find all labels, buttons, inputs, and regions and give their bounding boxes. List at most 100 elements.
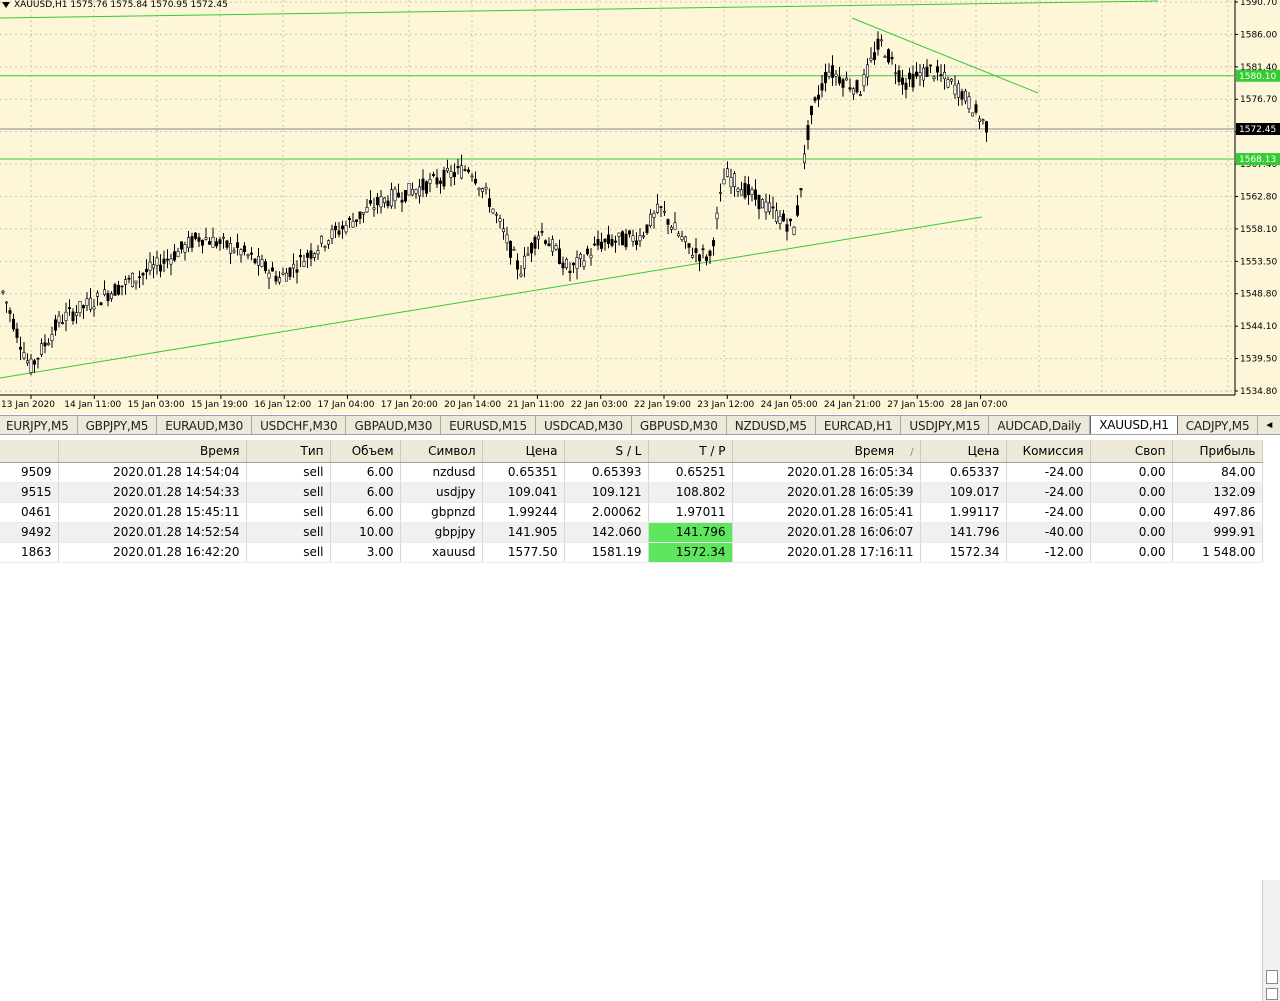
column-header[interactable]: Цена	[920, 440, 1007, 463]
candle-body	[372, 207, 376, 210]
tab-euraud-m30[interactable]: EURAUD,M30	[157, 416, 253, 434]
candle-body	[886, 49, 890, 63]
tab-xauusd-h1[interactable]: XAUUSD,H1	[1090, 416, 1178, 434]
table-cell: 2020.01.28 14:54:33	[58, 482, 247, 503]
candle-body	[50, 334, 54, 341]
tab-scroll-left-icon[interactable]: ◄	[1264, 420, 1274, 431]
table-row[interactable]: 1863 2020.01.28 16:42:20 sell 3.00 xauusd 157…	[0, 542, 1263, 563]
tab-eurusd-m15[interactable]: EURUSD,M15	[441, 416, 536, 434]
column-header[interactable]: Объем	[330, 440, 401, 463]
candle-body	[145, 268, 149, 273]
candle-body	[666, 219, 670, 225]
candle-body	[194, 232, 198, 239]
column-header[interactable]: Комиссия	[1006, 440, 1091, 463]
candle-body	[638, 235, 642, 242]
scroll-down-button[interactable]	[1266, 988, 1278, 1000]
tab-usdjpy-m15[interactable]: USDJPY,M15	[901, 416, 990, 434]
table-cell: 6.00	[330, 502, 401, 523]
table-row[interactable]: 9509 2020.01.28 14:54:04 sell 6.00 nzdusd 0.6…	[0, 462, 1263, 483]
price-chart[interactable]: 1590.701586.001581.401576.701572.451567.…	[0, 0, 1280, 414]
candle-body	[183, 244, 187, 253]
scroll-up-button[interactable]	[1266, 970, 1278, 984]
chart-canvas[interactable]: 1590.701586.001581.401576.701572.451567.…	[0, 0, 1280, 414]
table-cell: 1577.50	[482, 542, 565, 563]
candle-body	[571, 262, 575, 266]
column-header[interactable]: Своп	[1090, 440, 1173, 463]
candle-body	[173, 251, 177, 261]
tab-usdcad-m30[interactable]: USDCAD,M30	[536, 416, 632, 434]
column-header[interactable]: Время /	[732, 440, 921, 463]
time-tick-label: 24 Jan 05:00	[761, 400, 818, 410]
candle-body	[953, 84, 957, 95]
table-cell: 0.65337	[920, 462, 1007, 483]
candle-body	[708, 250, 712, 256]
candle-body	[610, 239, 614, 246]
candle-body	[274, 275, 278, 282]
column-header[interactable]: T / P	[648, 440, 733, 463]
candle-body	[694, 248, 698, 253]
candle-body	[617, 232, 621, 237]
candle-body	[739, 189, 743, 196]
candle-body	[634, 240, 638, 245]
candle-body	[575, 257, 579, 269]
table-row[interactable]: 0461 2020.01.28 15:45:11 sell 6.00 gbpnzd 1.9…	[0, 502, 1263, 523]
tab-gbpusd-m30[interactable]: GBPUSD,M30	[632, 416, 727, 434]
column-header[interactable]: S / L	[564, 440, 649, 463]
candle-body	[900, 77, 904, 85]
tab-audcad-daily[interactable]: AUDCAD,Daily	[989, 416, 1091, 434]
candle-body	[816, 94, 820, 100]
candle-body	[778, 215, 782, 224]
candle-body	[480, 188, 484, 192]
candle-body	[526, 253, 530, 256]
candle-body	[89, 297, 93, 310]
column-header[interactable]: Тип	[246, 440, 331, 463]
candle-body	[508, 240, 512, 258]
tab-eurjpy-m5[interactable]: EURJPY,M5	[0, 416, 78, 434]
candle-body	[298, 255, 302, 258]
candle-body	[162, 258, 166, 264]
column-header[interactable]: Время	[58, 440, 247, 463]
column-header[interactable]: Прибыль	[1172, 440, 1263, 463]
candle-body	[18, 346, 22, 350]
candle-body	[337, 230, 341, 235]
candle-body	[487, 198, 491, 208]
tab-gbpjpy-m5[interactable]: GBPJPY,M5	[78, 416, 158, 434]
table-row[interactable]: 9515 2020.01.28 14:54:33 sell 6.00 usdjpy 109…	[0, 482, 1263, 503]
candle-body	[270, 267, 274, 272]
candle-body	[131, 272, 135, 288]
column-header[interactable]: Символ	[400, 440, 483, 463]
tab-gbpaud-m30[interactable]: GBPAUD,M30	[346, 416, 442, 434]
table-cell: sell	[246, 522, 331, 543]
candle-body	[470, 175, 474, 178]
time-tick-label: 22 Jan 19:00	[634, 400, 691, 410]
candle-body	[918, 72, 922, 77]
candle-body	[676, 233, 680, 237]
table-row[interactable]: 9492 2020.01.28 14:52:54 sell 10.00 gbpjpy 14…	[0, 522, 1263, 543]
table-cell: 10.00	[330, 522, 401, 543]
tab-nzdusd-m5[interactable]: NZDUSD,M5	[727, 416, 816, 434]
column-header[interactable]: Цена	[482, 440, 565, 463]
candle-body	[606, 234, 610, 244]
candle-body	[291, 263, 295, 269]
tab-eurcad-h1[interactable]: EURCAD,H1	[816, 416, 902, 434]
time-tick-label: 17 Jan 04:00	[318, 400, 375, 410]
candle-body	[260, 259, 264, 267]
candle-body	[368, 200, 372, 204]
candle-body	[760, 199, 764, 209]
candle-body	[505, 234, 509, 244]
tab-usdchf-m30[interactable]: USDCHF,M30	[252, 416, 347, 434]
column-header[interactable]	[0, 440, 59, 463]
candle-body	[939, 74, 943, 77]
candle-body	[981, 119, 985, 122]
candle-body	[330, 229, 334, 239]
candle-body	[117, 285, 121, 295]
candle-body	[82, 305, 86, 309]
candle-body	[281, 272, 285, 275]
candle-body	[12, 319, 16, 330]
table-cell: 9492	[0, 522, 59, 543]
candle-body	[781, 213, 785, 222]
candle-body	[585, 248, 589, 255]
tab-cadjpy-m5[interactable]: CADJPY,M5	[1178, 416, 1259, 434]
price-label-highlight: 1568.13	[1239, 155, 1276, 165]
vertical-scrollbar[interactable]	[1262, 880, 1280, 1001]
